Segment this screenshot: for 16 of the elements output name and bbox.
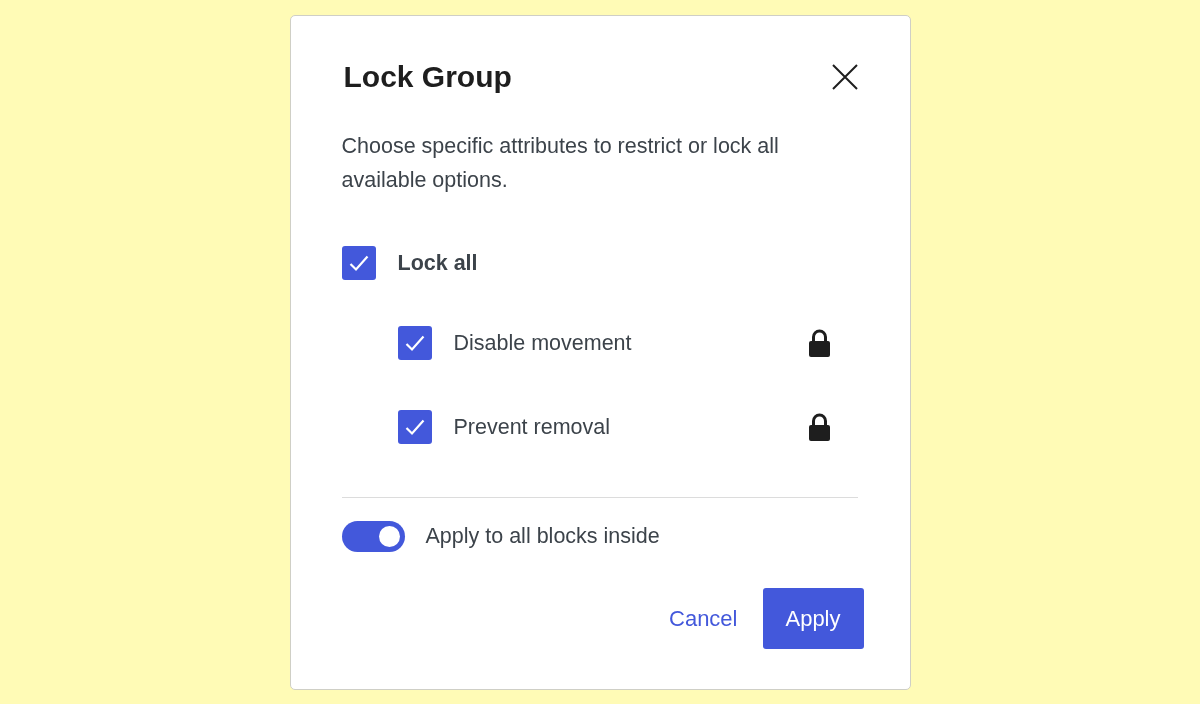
checkbox-label: Prevent removal — [453, 414, 611, 440]
check-icon — [404, 334, 425, 352]
checkbox[interactable] — [397, 410, 432, 444]
dialog-description: Choose specific attributes to restrict or lock all available options. — [341, 133, 780, 194]
close-icon — [831, 64, 858, 90]
checkbox[interactable] — [397, 326, 432, 360]
toggle-switch[interactable] — [341, 521, 405, 552]
check-icon — [404, 418, 425, 436]
checkbox-label: Disable movement — [453, 330, 632, 356]
toggle-label: Apply to all blocks inside — [425, 524, 660, 549]
checkbox-label: Lock all — [397, 250, 478, 276]
apply-button[interactable]: Apply — [762, 588, 864, 649]
dialog-title: Lock Group — [343, 59, 512, 95]
check-icon — [348, 254, 369, 272]
checkbox[interactable] — [341, 246, 376, 280]
cancel-link[interactable]: Cancel — [669, 601, 738, 636]
